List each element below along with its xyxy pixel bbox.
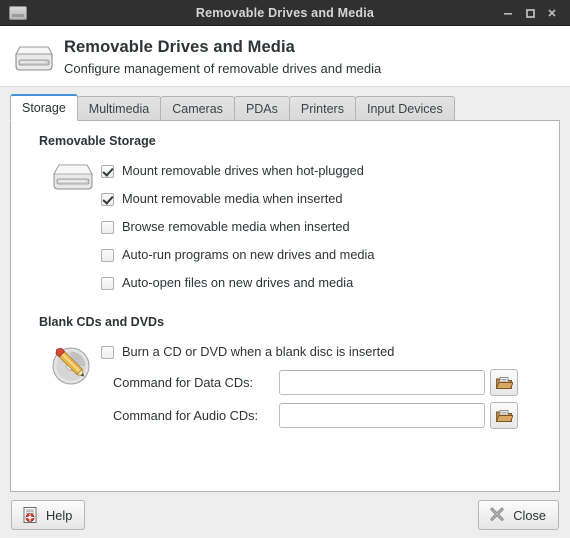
option-label: Auto-run programs on new drives and medi… [122, 246, 375, 262]
blank-discs-section: Burn a CD or DVD when a blank disc is in… [45, 338, 545, 432]
option-label: Burn a CD or DVD when a blank disc is in… [122, 343, 395, 359]
option-browse-media-inserted[interactable]: Browse removable media when inserted [101, 213, 545, 241]
tab-pdas[interactable]: PDAs [233, 96, 290, 121]
option-mount-media-inserted[interactable]: Mount removable media when inserted [101, 185, 545, 213]
tab-cameras[interactable]: Cameras [160, 96, 235, 121]
help-document-icon [21, 506, 39, 524]
blank-discs-heading: Blank CDs and DVDs [39, 315, 165, 329]
page-header: Removable Drives and Media Configure man… [0, 26, 570, 87]
tab-input-devices[interactable]: Input Devices [354, 96, 455, 121]
close-x-icon [488, 506, 506, 524]
window-drive-icon [9, 5, 27, 20]
browse-data-cds-button[interactable] [490, 369, 518, 396]
dialog-button-bar: Help Close [0, 492, 570, 538]
option-autorun-programs[interactable]: Auto-run programs on new drives and medi… [101, 241, 545, 269]
maximize-button[interactable] [520, 3, 540, 23]
minimize-button[interactable] [498, 3, 518, 23]
close-dialog-button-label: Close [513, 507, 546, 523]
command-data-cds-input[interactable] [279, 370, 485, 395]
page-title: Removable Drives and Media [64, 38, 295, 56]
close-button[interactable] [542, 3, 562, 23]
tab-multimedia[interactable]: Multimedia [76, 96, 162, 121]
tabstrip: Storage Multimedia Cameras PDAs Printers… [10, 94, 560, 121]
command-audio-cds-label: Command for Audio CDs: [113, 408, 259, 423]
help-button-label: Help [46, 507, 73, 523]
hard-drive-icon [45, 157, 101, 195]
tab-storage[interactable]: Storage [10, 94, 78, 121]
cd-write-icon [45, 338, 101, 388]
storage-tab-panel: Removable Storage Mount removable drives… [10, 120, 560, 492]
checkbox-burn-blank-disc[interactable] [101, 345, 114, 359]
removable-drive-icon [10, 38, 58, 82]
option-label: Browse removable media when inserted [122, 218, 350, 234]
checkbox-autorun-programs[interactable] [101, 248, 114, 262]
command-data-cds-row: Command for Data CDs: [101, 366, 545, 399]
help-button[interactable]: Help [11, 500, 86, 530]
command-audio-cds-input[interactable] [279, 403, 485, 428]
checkbox-mount-media-inserted[interactable] [101, 192, 114, 206]
browse-audio-cds-button[interactable] [490, 402, 518, 429]
checkbox-browse-media-inserted[interactable] [101, 220, 114, 234]
header-text: Removable Drives and Media Configure man… [64, 36, 381, 77]
tab-area: Storage Multimedia Cameras PDAs Printers… [0, 87, 570, 492]
option-mount-hotplugged[interactable]: Mount removable drives when hot-plugged [101, 157, 545, 185]
window-title: Removable Drives and Media [195, 5, 375, 20]
option-label: Mount removable media when inserted [122, 190, 343, 206]
removable-drives-and-media-window: Removable Drives and Media Removable Dri [0, 0, 570, 538]
removable-storage-section: Mount removable drives when hot-plugged … [45, 157, 545, 297]
option-autoopen-files[interactable]: Auto-open files on new drives and media [101, 269, 545, 297]
checkbox-mount-hotplugged[interactable] [101, 164, 114, 178]
page-subtitle: Configure management of removable drives… [64, 60, 382, 76]
checkbox-autoopen-files[interactable] [101, 276, 114, 290]
close-dialog-button[interactable]: Close [478, 500, 559, 530]
option-label: Mount removable drives when hot-plugged [122, 162, 364, 178]
option-label: Auto-open files on new drives and media [122, 274, 354, 290]
command-audio-cds-row: Command for Audio CDs: [101, 399, 545, 432]
option-burn-blank-disc[interactable]: Burn a CD or DVD when a blank disc is in… [101, 338, 545, 366]
blank-discs-options: Burn a CD or DVD when a blank disc is in… [101, 338, 545, 432]
removable-storage-options: Mount removable drives when hot-plugged … [101, 157, 545, 297]
window-controls [498, 3, 570, 23]
window-titlebar[interactable]: Removable Drives and Media [0, 0, 570, 26]
tab-printers[interactable]: Printers [288, 96, 356, 121]
command-data-cds-label: Command for Data CDs: [113, 375, 254, 390]
removable-storage-heading: Removable Storage [39, 134, 156, 148]
